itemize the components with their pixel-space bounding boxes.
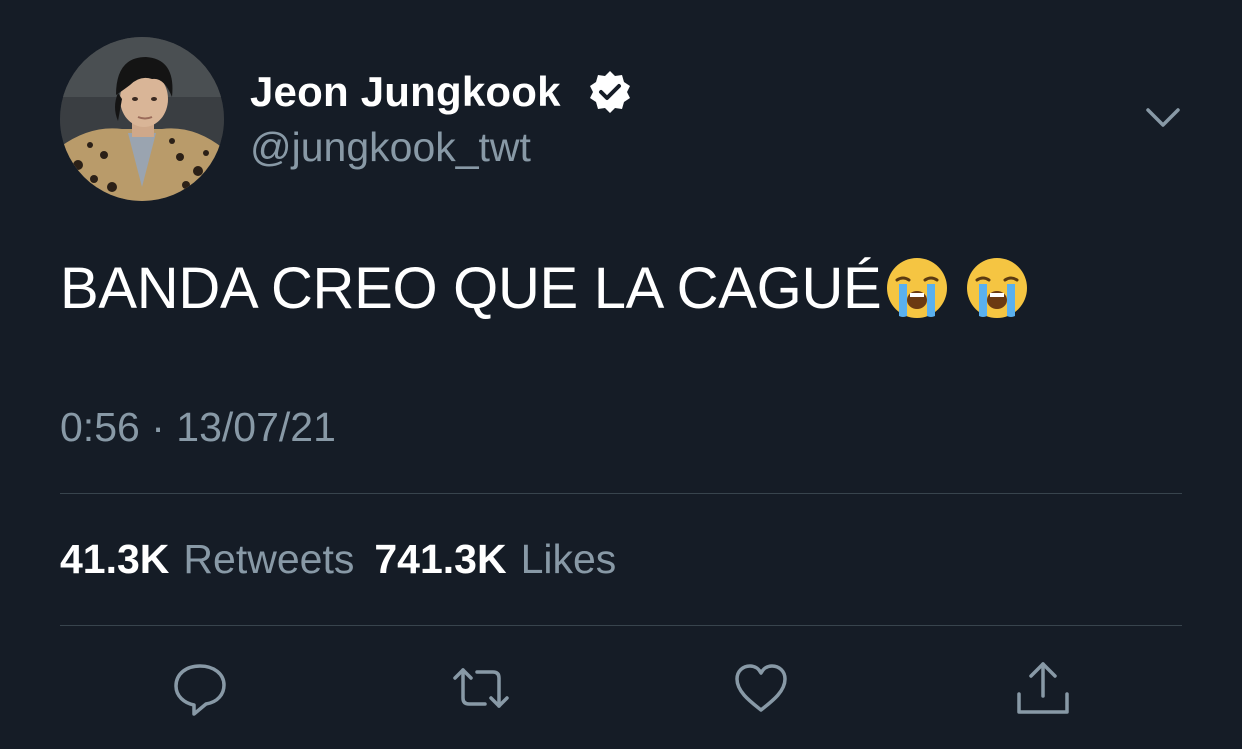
tweet-card: Jeon Jungkook @jungkook_twt BANDA CREO Q…	[0, 0, 1242, 749]
author-handle[interactable]: @jungkook_twt	[250, 124, 531, 171]
likes-label: Likes	[520, 536, 617, 582]
verified-badge-icon	[587, 69, 633, 115]
share-icon[interactable]	[1013, 658, 1073, 718]
likes-count: 741.3K	[374, 536, 507, 582]
tweet-time: 0:56	[60, 404, 140, 450]
retweet-icon[interactable]	[451, 658, 511, 718]
author-display-name[interactable]: Jeon Jungkook	[250, 68, 561, 116]
avatar-image	[60, 37, 224, 201]
reply-icon[interactable]	[170, 658, 230, 718]
tweet-stats: 41.3K Retweets 741.3K Likes	[60, 536, 616, 583]
chevron-down-icon[interactable]	[1142, 100, 1184, 136]
author-name-row: Jeon Jungkook	[250, 66, 633, 118]
like-icon[interactable]	[731, 658, 791, 718]
likes-stat[interactable]: 741.3K Likes	[374, 536, 616, 582]
retweets-stat[interactable]: 41.3K Retweets	[60, 536, 354, 582]
tweet-text: BANDA CREO QUE LA CAGUÉ	[60, 254, 1031, 322]
retweets-label: Retweets	[183, 536, 355, 582]
divider	[60, 625, 1182, 626]
loudly-crying-face-icon	[963, 254, 1031, 322]
tweet-text-content: BANDA CREO QUE LA CAGUÉ	[60, 255, 882, 321]
tweet-date: 13/07/21	[176, 404, 336, 450]
divider	[60, 493, 1182, 494]
loudly-crying-face-icon	[883, 254, 951, 322]
timestamp-separator: ·	[151, 404, 165, 450]
tweet-timestamp[interactable]: 0:56 · 13/07/21	[60, 404, 336, 451]
retweets-count: 41.3K	[60, 536, 170, 582]
avatar[interactable]	[60, 37, 224, 201]
